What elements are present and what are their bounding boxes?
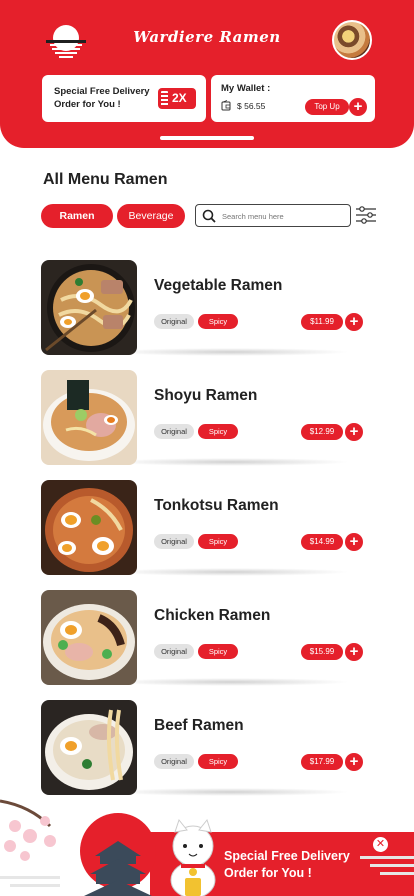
tag-spicy[interactable]: Spicy	[198, 314, 238, 329]
add-to-cart-button[interactable]: +	[345, 643, 363, 661]
item-name: Beef Ramen	[154, 717, 244, 734]
add-to-cart-button[interactable]: +	[345, 753, 363, 771]
filter-sliders-icon[interactable]	[355, 205, 377, 225]
wallet-title: My Wallet :	[221, 83, 271, 94]
section-title: All Menu Ramen	[43, 171, 168, 188]
menu-item[interactable]: Beef Ramen Original Spicy $17.99 +	[0, 700, 414, 810]
item-name: Chicken Ramen	[154, 607, 271, 624]
tag-original[interactable]: Original	[154, 754, 194, 769]
top-up-button[interactable]: Top Up	[305, 99, 349, 115]
header: Wardiere Ramen Special Free Delivery Ord…	[0, 0, 414, 148]
price-badge: $17.99	[301, 754, 343, 770]
tag-spicy[interactable]: Spicy	[198, 644, 238, 659]
tab-ramen[interactable]: Ramen	[41, 204, 113, 228]
drag-handle[interactable]	[160, 136, 254, 140]
wallet-add-button[interactable]: +	[349, 98, 367, 116]
price-badge: $12.99	[301, 424, 343, 440]
tag-original[interactable]: Original	[154, 424, 194, 439]
promo-line1: Special Free Delivery	[224, 849, 350, 863]
menu-item[interactable]: Tonkotsu Ramen Original Spicy $14.99 +	[0, 480, 414, 590]
wallet-icon	[221, 100, 231, 111]
tab-beverage[interactable]: Beverage	[117, 204, 185, 228]
add-to-cart-button[interactable]: +	[345, 423, 363, 441]
tag-spicy[interactable]: Spicy	[198, 424, 238, 439]
badge-stripes-icon	[161, 91, 168, 106]
tag-original[interactable]: Original	[154, 534, 194, 549]
price-badge: $11.99	[301, 314, 343, 330]
delivery-promo-line2: Order for You !	[54, 99, 121, 110]
lucky-cat-icon	[170, 818, 216, 896]
search-input[interactable]	[222, 208, 346, 224]
wallet-amount: $ 56.55	[237, 101, 266, 111]
item-name: Tonkotsu Ramen	[154, 497, 279, 514]
tonkotsu-ramen-photo	[41, 480, 137, 575]
item-name: Vegetable Ramen	[154, 277, 283, 294]
promo-banner[interactable]	[0, 796, 414, 896]
price-badge: $15.99	[301, 644, 343, 660]
menu-item[interactable]: Vegetable Ramen Original Spicy $11.99 +	[0, 260, 414, 370]
add-to-cart-button[interactable]: +	[345, 313, 363, 331]
price-badge: $14.99	[301, 534, 343, 550]
tag-original[interactable]: Original	[154, 644, 194, 659]
chicken-ramen-photo	[41, 590, 137, 685]
delivery-multiplier-badge: 2X	[158, 88, 196, 109]
app: Wardiere Ramen Special Free Delivery Ord…	[0, 0, 414, 896]
shoyu-ramen-photo	[41, 370, 137, 465]
vegetable-ramen-photo	[41, 260, 137, 355]
menu-item[interactable]: Shoyu Ramen Original Spicy $12.99 +	[0, 370, 414, 480]
tag-spicy[interactable]: Spicy	[198, 754, 238, 769]
tag-spicy[interactable]: Spicy	[198, 534, 238, 549]
badge-label: 2X	[172, 91, 187, 105]
search-icon[interactable]	[202, 209, 216, 223]
item-name: Shoyu Ramen	[154, 387, 258, 404]
close-icon[interactable]: ✕	[373, 837, 388, 852]
avatar[interactable]	[332, 20, 372, 60]
delivery-promo-line1: Special Free Delivery	[54, 86, 150, 97]
menu-item[interactable]: Chicken Ramen Original Spicy $15.99 +	[0, 590, 414, 700]
promo-line2: Order for You !	[224, 866, 312, 880]
tag-original[interactable]: Original	[154, 314, 194, 329]
beef-ramen-photo	[41, 700, 137, 795]
add-to-cart-button[interactable]: +	[345, 533, 363, 551]
search-box	[195, 204, 351, 227]
wallet-card: My Wallet : $ 56.55	[211, 75, 375, 122]
